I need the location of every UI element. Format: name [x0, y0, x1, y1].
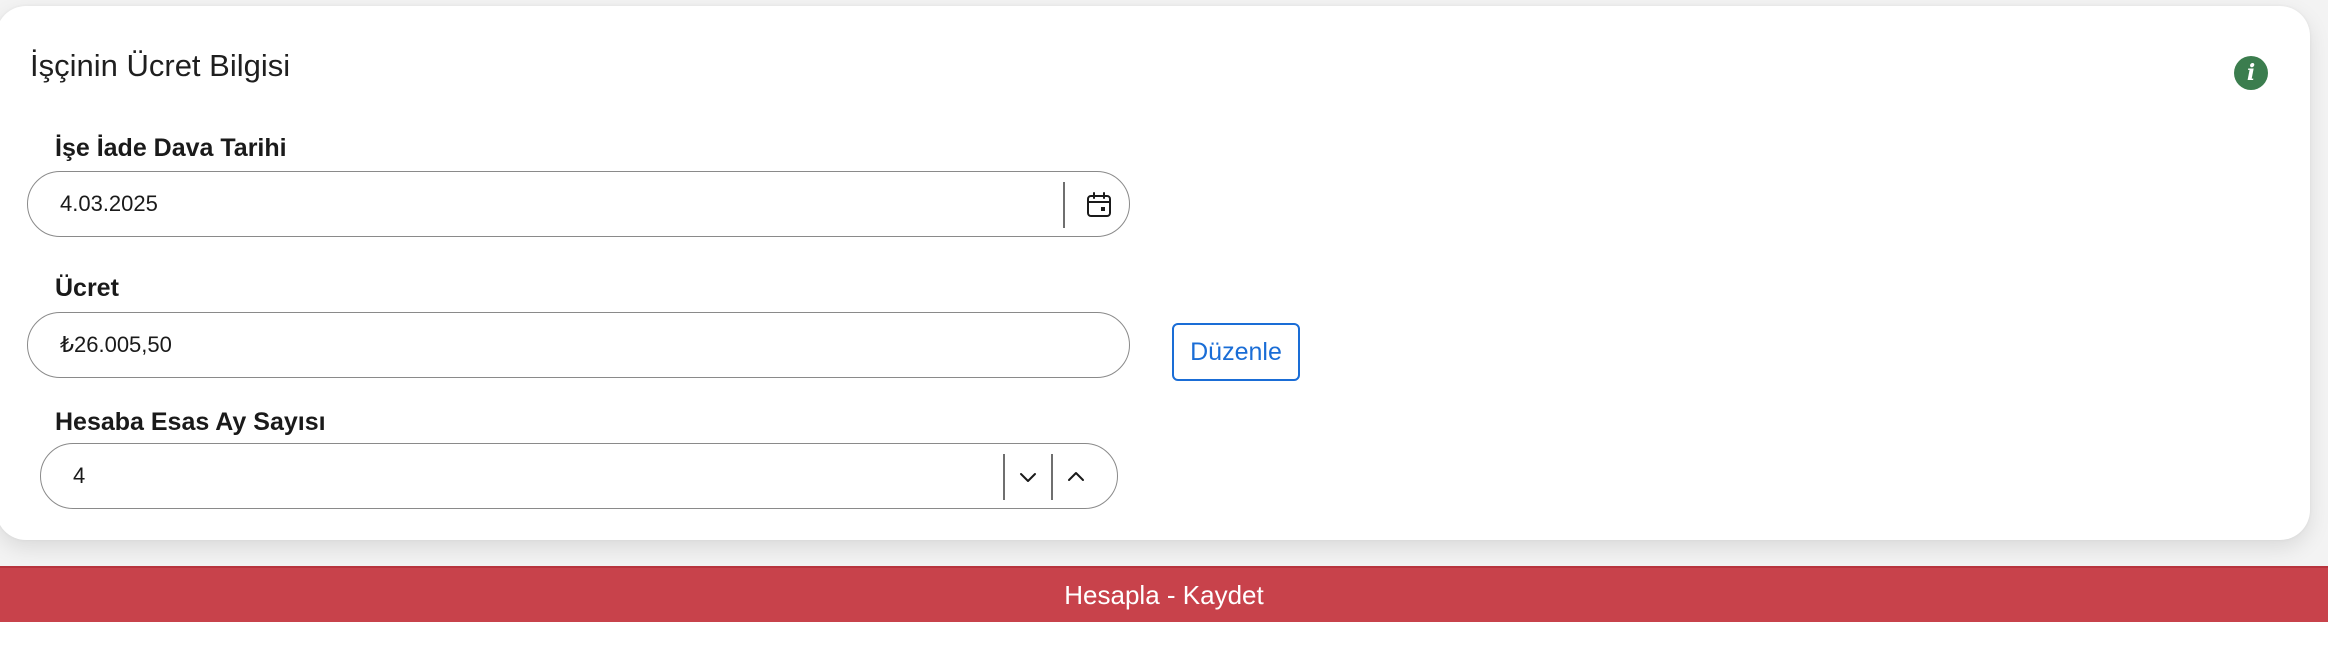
- chevron-up-icon[interactable]: [1057, 457, 1095, 497]
- wage-label: Ücret: [55, 274, 119, 302]
- card-title: İşçinin Ücret Bilgisi: [30, 48, 291, 83]
- stepper-divider: [1051, 454, 1053, 500]
- stepper-divider: [1003, 454, 1005, 500]
- lawsuit-date-input[interactable]: [60, 172, 1040, 236]
- calendar-icon[interactable]: [1080, 186, 1118, 224]
- chevron-down-icon[interactable]: [1009, 457, 1047, 497]
- months-stepper: [40, 443, 1118, 509]
- months-input[interactable]: [73, 444, 993, 508]
- info-icon[interactable]: i: [2234, 56, 2268, 90]
- wage-field: [27, 312, 1130, 378]
- months-label: Hesaba Esas Ay Sayısı: [55, 408, 326, 436]
- wage-input[interactable]: [60, 313, 1100, 377]
- edit-button[interactable]: Düzenle: [1172, 323, 1300, 381]
- calculate-save-button[interactable]: Hesapla - Kaydet: [0, 566, 2328, 622]
- wage-info-card: İşçinin Ücret Bilgisi i İşe İade Dava Ta…: [0, 6, 2310, 540]
- page-bottom: [0, 622, 2328, 648]
- lawsuit-date-field: [27, 171, 1130, 237]
- date-divider: [1063, 182, 1065, 228]
- lawsuit-date-label: İşe İade Dava Tarihi: [55, 134, 287, 162]
